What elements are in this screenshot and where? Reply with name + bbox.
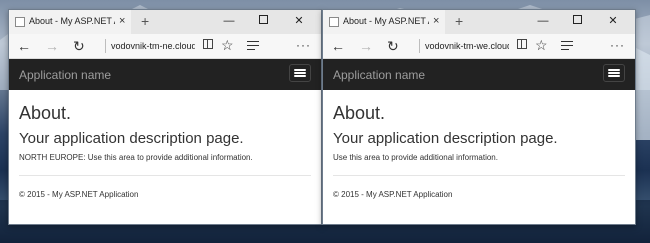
close-window-icon[interactable]: ✕ <box>291 13 307 29</box>
page-paragraph: Use this area to provide additional info… <box>333 153 498 162</box>
favorite-star-icon[interactable]: ☆ <box>221 36 234 54</box>
new-tab-icon[interactable]: + <box>141 13 149 29</box>
more-icon[interactable]: ··· <box>296 37 311 53</box>
reading-view-icon[interactable] <box>517 39 527 49</box>
browser-window-left: About - My ASP.NET Ap × + — ✕ ← → ↻ vodo… <box>8 9 322 225</box>
site-navbar: Application name <box>9 59 321 90</box>
page-icon <box>329 17 339 27</box>
new-tab-icon[interactable]: + <box>455 13 463 29</box>
address-divider <box>419 39 420 53</box>
close-tab-icon[interactable]: × <box>433 14 439 28</box>
browser-tab[interactable]: About - My ASP.NET Ap × <box>9 10 131 34</box>
browser-tab[interactable]: About - My ASP.NET Ap × <box>323 10 445 34</box>
hub-icon[interactable] <box>561 41 573 53</box>
address-bar[interactable]: vodovnik-tm-ne.cloud <box>111 41 195 51</box>
browser-window-right: About - My ASP.NET Ap × + — ✕ ← → ↻ vodo… <box>322 9 636 225</box>
divider <box>19 175 311 176</box>
favorite-star-icon[interactable]: ☆ <box>535 36 548 54</box>
page-footer: © 2015 - My ASP.NET Application <box>333 190 453 199</box>
minimize-icon[interactable]: — <box>221 13 237 29</box>
maximize-icon[interactable] <box>569 13 585 29</box>
page-heading: About. <box>333 103 386 123</box>
hub-icon[interactable] <box>247 41 259 53</box>
close-tab-icon[interactable]: × <box>119 14 125 28</box>
reading-view-icon[interactable] <box>203 39 213 49</box>
tab-title: About - My ASP.NET Ap <box>343 16 429 26</box>
forward-icon[interactable]: → <box>45 38 59 54</box>
close-window-icon[interactable]: ✕ <box>605 13 621 29</box>
page-footer: © 2015 - My ASP.NET Application <box>19 190 139 199</box>
forward-icon[interactable]: → <box>359 38 373 54</box>
back-icon[interactable]: ← <box>331 38 345 54</box>
browser-toolbar: ← → ↻ vodovnik-tm-we.cloud ☆ ··· <box>323 34 635 59</box>
page-subheading: Your application description page. <box>19 130 244 147</box>
page-paragraph: NORTH EUROPE: Use this area to provide a… <box>19 153 253 162</box>
refresh-icon[interactable]: ↻ <box>73 38 85 54</box>
app-name-link[interactable]: Application name <box>19 68 111 82</box>
browser-toolbar: ← → ↻ vodovnik-tm-ne.cloud ☆ ··· <box>9 34 321 59</box>
page-icon <box>15 17 25 27</box>
back-icon[interactable]: ← <box>17 38 31 54</box>
menu-toggle-icon[interactable] <box>289 64 311 82</box>
address-bar[interactable]: vodovnik-tm-we.cloud <box>425 41 509 51</box>
tab-strip: About - My ASP.NET Ap × + — ✕ <box>323 10 635 34</box>
menu-toggle-icon[interactable] <box>603 64 625 82</box>
address-divider <box>105 39 106 53</box>
minimize-icon[interactable]: — <box>535 13 551 29</box>
divider <box>333 175 625 176</box>
app-name-link[interactable]: Application name <box>333 68 425 82</box>
more-icon[interactable]: ··· <box>610 37 625 53</box>
page-subheading: Your application description page. <box>333 130 558 147</box>
tab-title: About - My ASP.NET Ap <box>29 16 115 26</box>
tab-strip: About - My ASP.NET Ap × + — ✕ <box>9 10 321 34</box>
maximize-icon[interactable] <box>255 13 271 29</box>
refresh-icon[interactable]: ↻ <box>387 38 399 54</box>
page-heading: About. <box>19 103 72 123</box>
page-content: About. Your application description page… <box>9 102 321 200</box>
site-navbar: Application name <box>323 59 635 90</box>
page-content: About. Your application description page… <box>323 102 635 200</box>
